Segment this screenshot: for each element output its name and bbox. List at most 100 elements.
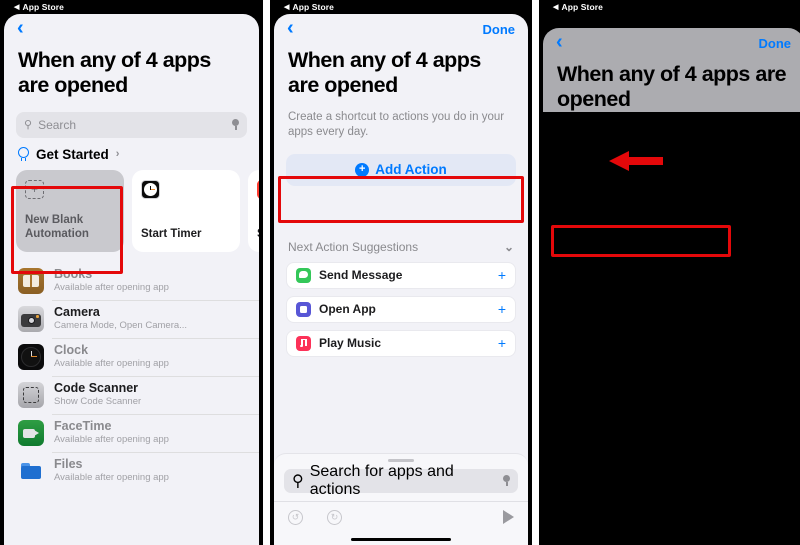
app-subtitle: Show Code Scanner <box>54 396 142 408</box>
app-name: FaceTime <box>54 419 112 434</box>
play-icon[interactable] <box>503 510 514 524</box>
add-icon[interactable]: + <box>498 336 506 350</box>
red-arrow-left-icon <box>609 151 663 171</box>
search-placeholder: Search for apps and actions <box>309 462 454 498</box>
panel-divider <box>263 0 270 545</box>
app-name: Clock <box>54 343 89 358</box>
status-bar-app-label: App Store <box>22 2 64 12</box>
chevron-left-icon[interactable]: ‹ <box>287 18 294 38</box>
search-icon: ⚲ <box>24 119 33 132</box>
suggestion-label: Play Music <box>319 336 382 351</box>
home-indicator <box>351 537 451 541</box>
camera-icon <box>18 305 44 332</box>
panel3-navbar: ‹ Done <box>543 28 800 58</box>
page-title: When any of 4 apps are opened <box>288 48 481 97</box>
status-bar-2: ◀ App Store <box>270 0 532 14</box>
done-button[interactable]: Done <box>759 36 792 51</box>
search-input[interactable]: ⚲ Search <box>16 111 247 138</box>
panel1-navbar: ‹ <box>4 14 259 44</box>
orientation-lock-icon <box>257 179 259 199</box>
get-started-row[interactable]: Get Started › <box>4 138 259 168</box>
page-title: When any of 4 apps are opened <box>18 48 211 97</box>
suggestion-tiles: + New Blank Automation Start Timer Se Lo <box>4 168 259 252</box>
set-orientation-lock-tile[interactable]: Se Lo <box>248 169 259 252</box>
microphone-icon[interactable] <box>503 475 510 486</box>
panel-divider <box>532 0 539 545</box>
apps-actions-search-input[interactable]: ⚲ Search for apps and actions <box>284 463 518 498</box>
add-icon[interactable]: + <box>498 268 506 282</box>
add-action-button[interactable]: + Add Action <box>286 153 516 186</box>
app-subtitle: Camera Mode, Open Camera... <box>54 320 188 332</box>
status-bar-1: ◀ App Store <box>0 0 263 14</box>
screenshot-stage: ◀ App Store ‹ When any of 4 apps are ope… <box>0 0 800 545</box>
chevron-down-icon[interactable]: ⌄ <box>504 240 514 254</box>
chevron-left-icon[interactable]: ‹ <box>556 32 563 52</box>
panel1-screen: ‹ When any of 4 apps are opened ⚲ Search… <box>4 14 259 545</box>
editor-toolbar: ↺ ↻ <box>274 500 528 533</box>
list-item[interactable]: FaceTime Available after opening app <box>4 413 259 452</box>
phone-panel-3: ◀ App Store ‹ Done When any of 4 apps ar… <box>539 0 800 545</box>
status-bar-app-label: App Store <box>561 2 603 12</box>
chevron-right-icon: › <box>115 148 120 161</box>
app-subtitle: Available after opening app <box>54 434 169 446</box>
facetime-icon <box>18 419 44 446</box>
suggestion-label: Send Message <box>319 268 403 283</box>
triangle-left-icon: ◀ <box>284 3 290 11</box>
status-bar-3: ◀ App Store <box>539 0 800 14</box>
suggestion-list: Send Message + Open App + Play Music + <box>286 261 516 357</box>
status-bar-app-label: App Store <box>292 2 334 12</box>
add-action-label: Add Action <box>375 162 447 178</box>
clock-app-icon <box>18 343 44 370</box>
page-title: When any of 4 apps are opened <box>557 62 787 111</box>
start-timer-tile[interactable]: Start Timer <box>132 169 240 252</box>
microphone-icon[interactable] <box>232 119 239 131</box>
redo-icon[interactable]: ↻ <box>327 509 342 525</box>
get-started-label: Get Started <box>36 146 109 162</box>
app-name: Files <box>54 457 83 472</box>
list-item-open-app[interactable]: Open App + <box>286 295 516 323</box>
list-item[interactable]: Books Available after opening app <box>4 262 259 300</box>
list-item-send-message[interactable]: Send Message + <box>286 261 516 289</box>
clock-icon <box>141 179 160 199</box>
chevron-left-icon[interactable]: ‹ <box>17 18 24 38</box>
tile-label: New Blank Automation <box>25 214 89 241</box>
phone-panel-2: ◀ App Store ‹ Done When any of 4 apps ar… <box>270 0 532 545</box>
search-placeholder: Search <box>38 117 77 132</box>
search-icon: ⚲ <box>292 472 304 490</box>
open-app-icon <box>296 301 311 317</box>
tile-label: Se Lo <box>257 228 259 242</box>
page-description: Create a shortcut to actions you do in y… <box>288 110 505 139</box>
list-item[interactable]: Clock Available after opening app <box>4 337 259 376</box>
highlight-box-lock-screen <box>551 225 731 257</box>
section-title: Next Action Suggestions <box>288 239 419 254</box>
phone-panel-1: ◀ App Store ‹ When any of 4 apps are ope… <box>0 0 263 545</box>
list-item-play-music[interactable]: Play Music + <box>286 329 516 357</box>
list-item[interactable]: Code Scanner Show Code Scanner <box>4 375 259 414</box>
app-subtitle: Available after opening app <box>54 282 169 294</box>
bottom-sheet: ⚲ Search for apps and actions ↺ ↻ <box>274 452 528 545</box>
plus-circle-icon: + <box>355 162 370 177</box>
tile-label: Start Timer <box>141 228 202 241</box>
app-name: Camera <box>54 305 100 320</box>
panel2-navbar: ‹ Done <box>274 14 528 44</box>
app-name: Code Scanner <box>54 381 139 396</box>
triangle-left-icon: ◀ <box>14 3 20 11</box>
list-item[interactable]: Files Available after opening app <box>4 451 259 490</box>
music-icon <box>296 335 311 351</box>
sheet-grabber[interactable] <box>388 458 414 462</box>
new-blank-automation-tile[interactable]: + New Blank Automation <box>16 169 124 252</box>
suggestion-label: Open App <box>319 302 376 317</box>
messages-icon <box>296 267 311 283</box>
next-action-suggestions-header[interactable]: Next Action Suggestions ⌄ <box>274 240 528 254</box>
dashed-plus-icon: + <box>25 179 44 199</box>
add-icon[interactable]: + <box>498 302 506 316</box>
app-subtitle: Available after opening app <box>54 472 169 484</box>
list-item[interactable]: Camera Camera Mode, Open Camera... <box>4 299 259 338</box>
code-scanner-icon <box>18 381 44 408</box>
app-list: Books Available after opening app Camera… <box>4 262 259 490</box>
undo-icon[interactable]: ↺ <box>288 509 303 525</box>
files-icon <box>18 457 44 484</box>
done-button[interactable]: Done <box>483 22 516 37</box>
panel2-screen: ‹ Done When any of 4 apps are opened Cre… <box>274 14 528 545</box>
panel3-screen: ‹ Done When any of 4 apps are opened ⚲ L… <box>543 28 800 112</box>
